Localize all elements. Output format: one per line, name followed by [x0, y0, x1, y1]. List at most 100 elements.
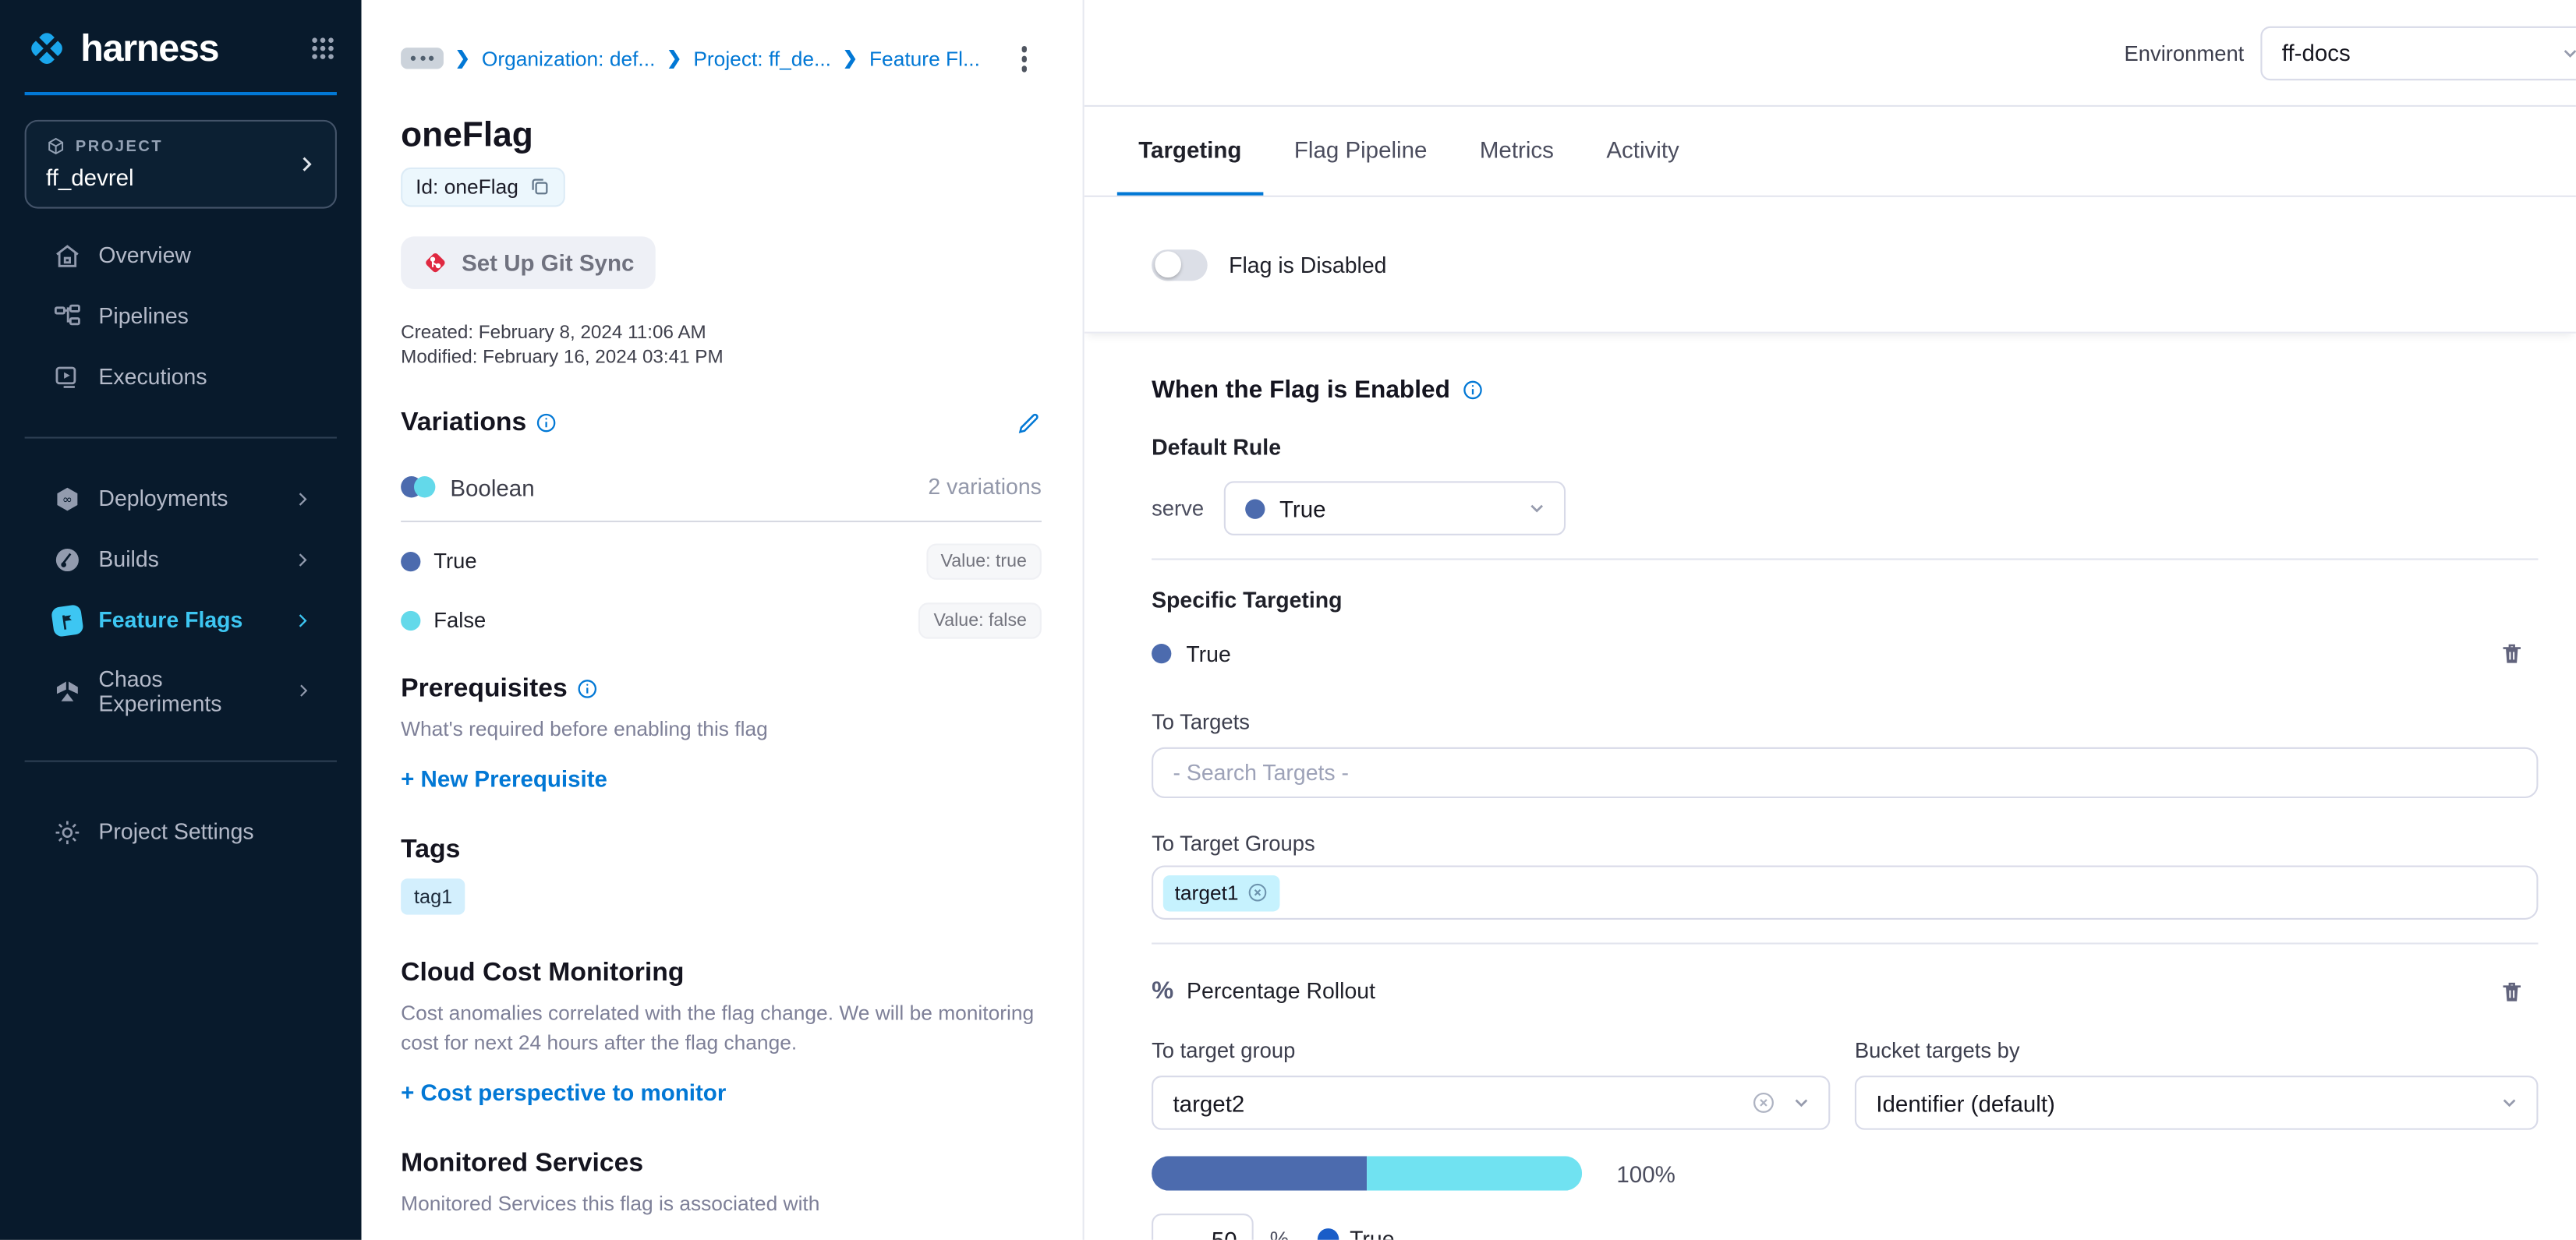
sidebar-accent-divider [25, 92, 337, 95]
serve-variation-select[interactable]: True [1223, 481, 1565, 535]
percent-unit-label: % [1270, 1227, 1289, 1240]
percentage-rollout-heading: Percentage Rollout [1187, 979, 1375, 1004]
variation-count: 2 variations [928, 475, 1041, 500]
sidebar-item-deployments[interactable]: ∞ Deployments [0, 468, 362, 529]
set-up-git-sync-button[interactable]: Set Up Git Sync [401, 235, 656, 288]
remove-chip-icon[interactable] [1247, 882, 1268, 903]
specific-variation-name: True [1186, 641, 1230, 666]
tab-targeting[interactable]: Targeting [1117, 107, 1263, 196]
sidebar-item-label: Builds [98, 547, 159, 572]
breadcrumb-organization[interactable]: Organization: def... [482, 48, 656, 70]
clear-selection-icon[interactable] [1751, 1090, 1776, 1115]
breadcrumb-feature-flags[interactable]: Feature Fl... [869, 48, 980, 70]
bucket-targets-by-select[interactable]: Identifier (default) [1855, 1076, 2539, 1130]
chevron-right-icon [292, 489, 312, 508]
serve-label: serve [1152, 496, 1204, 521]
git-sync-label: Set Up Git Sync [462, 249, 634, 275]
chevron-down-icon [2560, 42, 2576, 63]
environment-select[interactable]: ff-docs [2260, 26, 2576, 80]
deployments-icon: ∞ [52, 484, 82, 514]
variation-true-dot-icon [1317, 1228, 1338, 1240]
breadcrumb-project[interactable]: Project: ff_de... [693, 48, 831, 70]
sidebar-item-label: Feature Flags [98, 608, 242, 633]
flag-id-text: Id: oneFlag [416, 175, 518, 197]
breadcrumb-collapse-button[interactable] [401, 48, 444, 69]
search-targets-input[interactable] [1152, 747, 2538, 798]
target-group-chip: target1 [1163, 874, 1279, 910]
delete-rollout-icon[interactable] [2499, 978, 2525, 1005]
project-selector[interactable]: PROJECT ff_devrel [25, 120, 337, 209]
chevron-right-icon [292, 610, 312, 630]
chevron-right-icon [292, 549, 312, 569]
tag-chip[interactable]: tag1 [401, 878, 465, 914]
bar-segment-true [1152, 1156, 1367, 1190]
cloud-cost-heading: Cloud Cost Monitoring [401, 959, 1042, 989]
sidebar-item-feature-flags[interactable]: Feature Flags [0, 589, 362, 650]
git-icon [423, 249, 449, 275]
project-label: PROJECT [76, 137, 163, 155]
logo-text: harness [80, 26, 218, 71]
executions-icon [52, 362, 82, 392]
sidebar-item-pipelines[interactable]: Pipelines [0, 286, 362, 347]
variation-true-dot-icon [1152, 644, 1171, 663]
tab-activity[interactable]: Activity [1585, 107, 1700, 196]
bucket-targets-by-value: Identifier (default) [1876, 1090, 2055, 1116]
tab-metrics[interactable]: Metrics [1458, 107, 1575, 196]
home-icon [52, 241, 82, 270]
new-prerequisite-link[interactable]: + New Prerequisite [401, 765, 607, 792]
flag-toggle-label: Flag is Disabled [1229, 252, 1386, 277]
sidebar-item-label: Project Settings [98, 819, 253, 844]
environment-header: Environment ff-docs [1085, 0, 2576, 107]
sidebar-item-label: Executions [98, 365, 207, 390]
flag-enabled-toggle[interactable] [1152, 249, 1208, 280]
harness-logo[interactable]: harness [25, 26, 219, 71]
bar-segment-false [1367, 1156, 1582, 1190]
kebab-menu-icon[interactable] [1011, 43, 1037, 75]
page-title: oneFlag [401, 116, 1042, 156]
percentage-rollout-header: % Percentage Rollout [1152, 977, 2538, 1005]
variation-row-false: False Value: false [401, 599, 1042, 658]
sidebar-item-project-settings[interactable]: Project Settings [0, 801, 362, 862]
rollout-weight-row: % True [1152, 1214, 2538, 1240]
sidebar-item-executions[interactable]: Executions [0, 347, 362, 408]
app: harness PROJECT ff_devrel [0, 0, 2576, 1240]
copy-icon[interactable] [529, 175, 550, 196]
modified-date: Modified: February 16, 2024 03:41 PM [401, 347, 1042, 373]
variation-value-badge: Value: true [926, 542, 1042, 578]
pipelines-icon [52, 302, 82, 331]
delete-targeting-icon[interactable] [2499, 641, 2525, 667]
rollout-total-percent: 100% [1616, 1161, 1675, 1187]
rollout-target-group-select[interactable]: target2 [1152, 1076, 1830, 1130]
chevron-separator: ❯ [667, 48, 681, 69]
info-icon[interactable] [577, 678, 598, 699]
sidebar-item-chaos-experiments[interactable]: Chaos Experiments [0, 650, 362, 730]
sidebar-item-label: Pipelines [98, 304, 188, 329]
sidebar-item-builds[interactable]: Builds [0, 528, 362, 589]
sidebar-divider [25, 436, 337, 438]
weight-percent-input[interactable] [1152, 1214, 1254, 1240]
chevron-down-icon [2499, 1092, 2520, 1113]
variation-true-dot-icon [1245, 499, 1265, 518]
enabled-heading: When the Flag is Enabled [1152, 376, 1450, 405]
flag-toggle-row: Flag is Disabled [1085, 197, 2576, 334]
cost-perspective-link[interactable]: + Cost perspective to monitor [401, 1079, 726, 1105]
section-divider [1152, 942, 2538, 944]
to-target-group-label: To target group [1152, 1038, 1830, 1063]
sidebar-item-overview[interactable]: Overview [0, 225, 362, 286]
toggle-knob [1154, 251, 1180, 277]
sidebar-item-label: Deployments [98, 486, 228, 511]
targeting-panel: Environment ff-docs Targeting Flag Pipel… [1085, 0, 2576, 1240]
tab-flag-pipeline[interactable]: Flag Pipeline [1272, 107, 1448, 196]
module-grid-icon[interactable] [309, 34, 337, 62]
variations-heading: Variations [401, 408, 526, 438]
monitored-services-description: Monitored Services this flag is associat… [401, 1191, 1042, 1220]
boolean-type-icon [401, 476, 435, 497]
info-icon[interactable] [536, 412, 557, 433]
flag-dates: Created: February 8, 2024 11:06 AM Modif… [401, 321, 1042, 372]
edit-variations-icon[interactable] [1015, 410, 1042, 436]
sidebar-divider [25, 761, 337, 762]
target-groups-input[interactable]: target1 [1152, 865, 2538, 920]
cube-icon [46, 136, 65, 156]
info-icon[interactable] [1462, 380, 1483, 401]
variation-name: True [433, 549, 476, 574]
